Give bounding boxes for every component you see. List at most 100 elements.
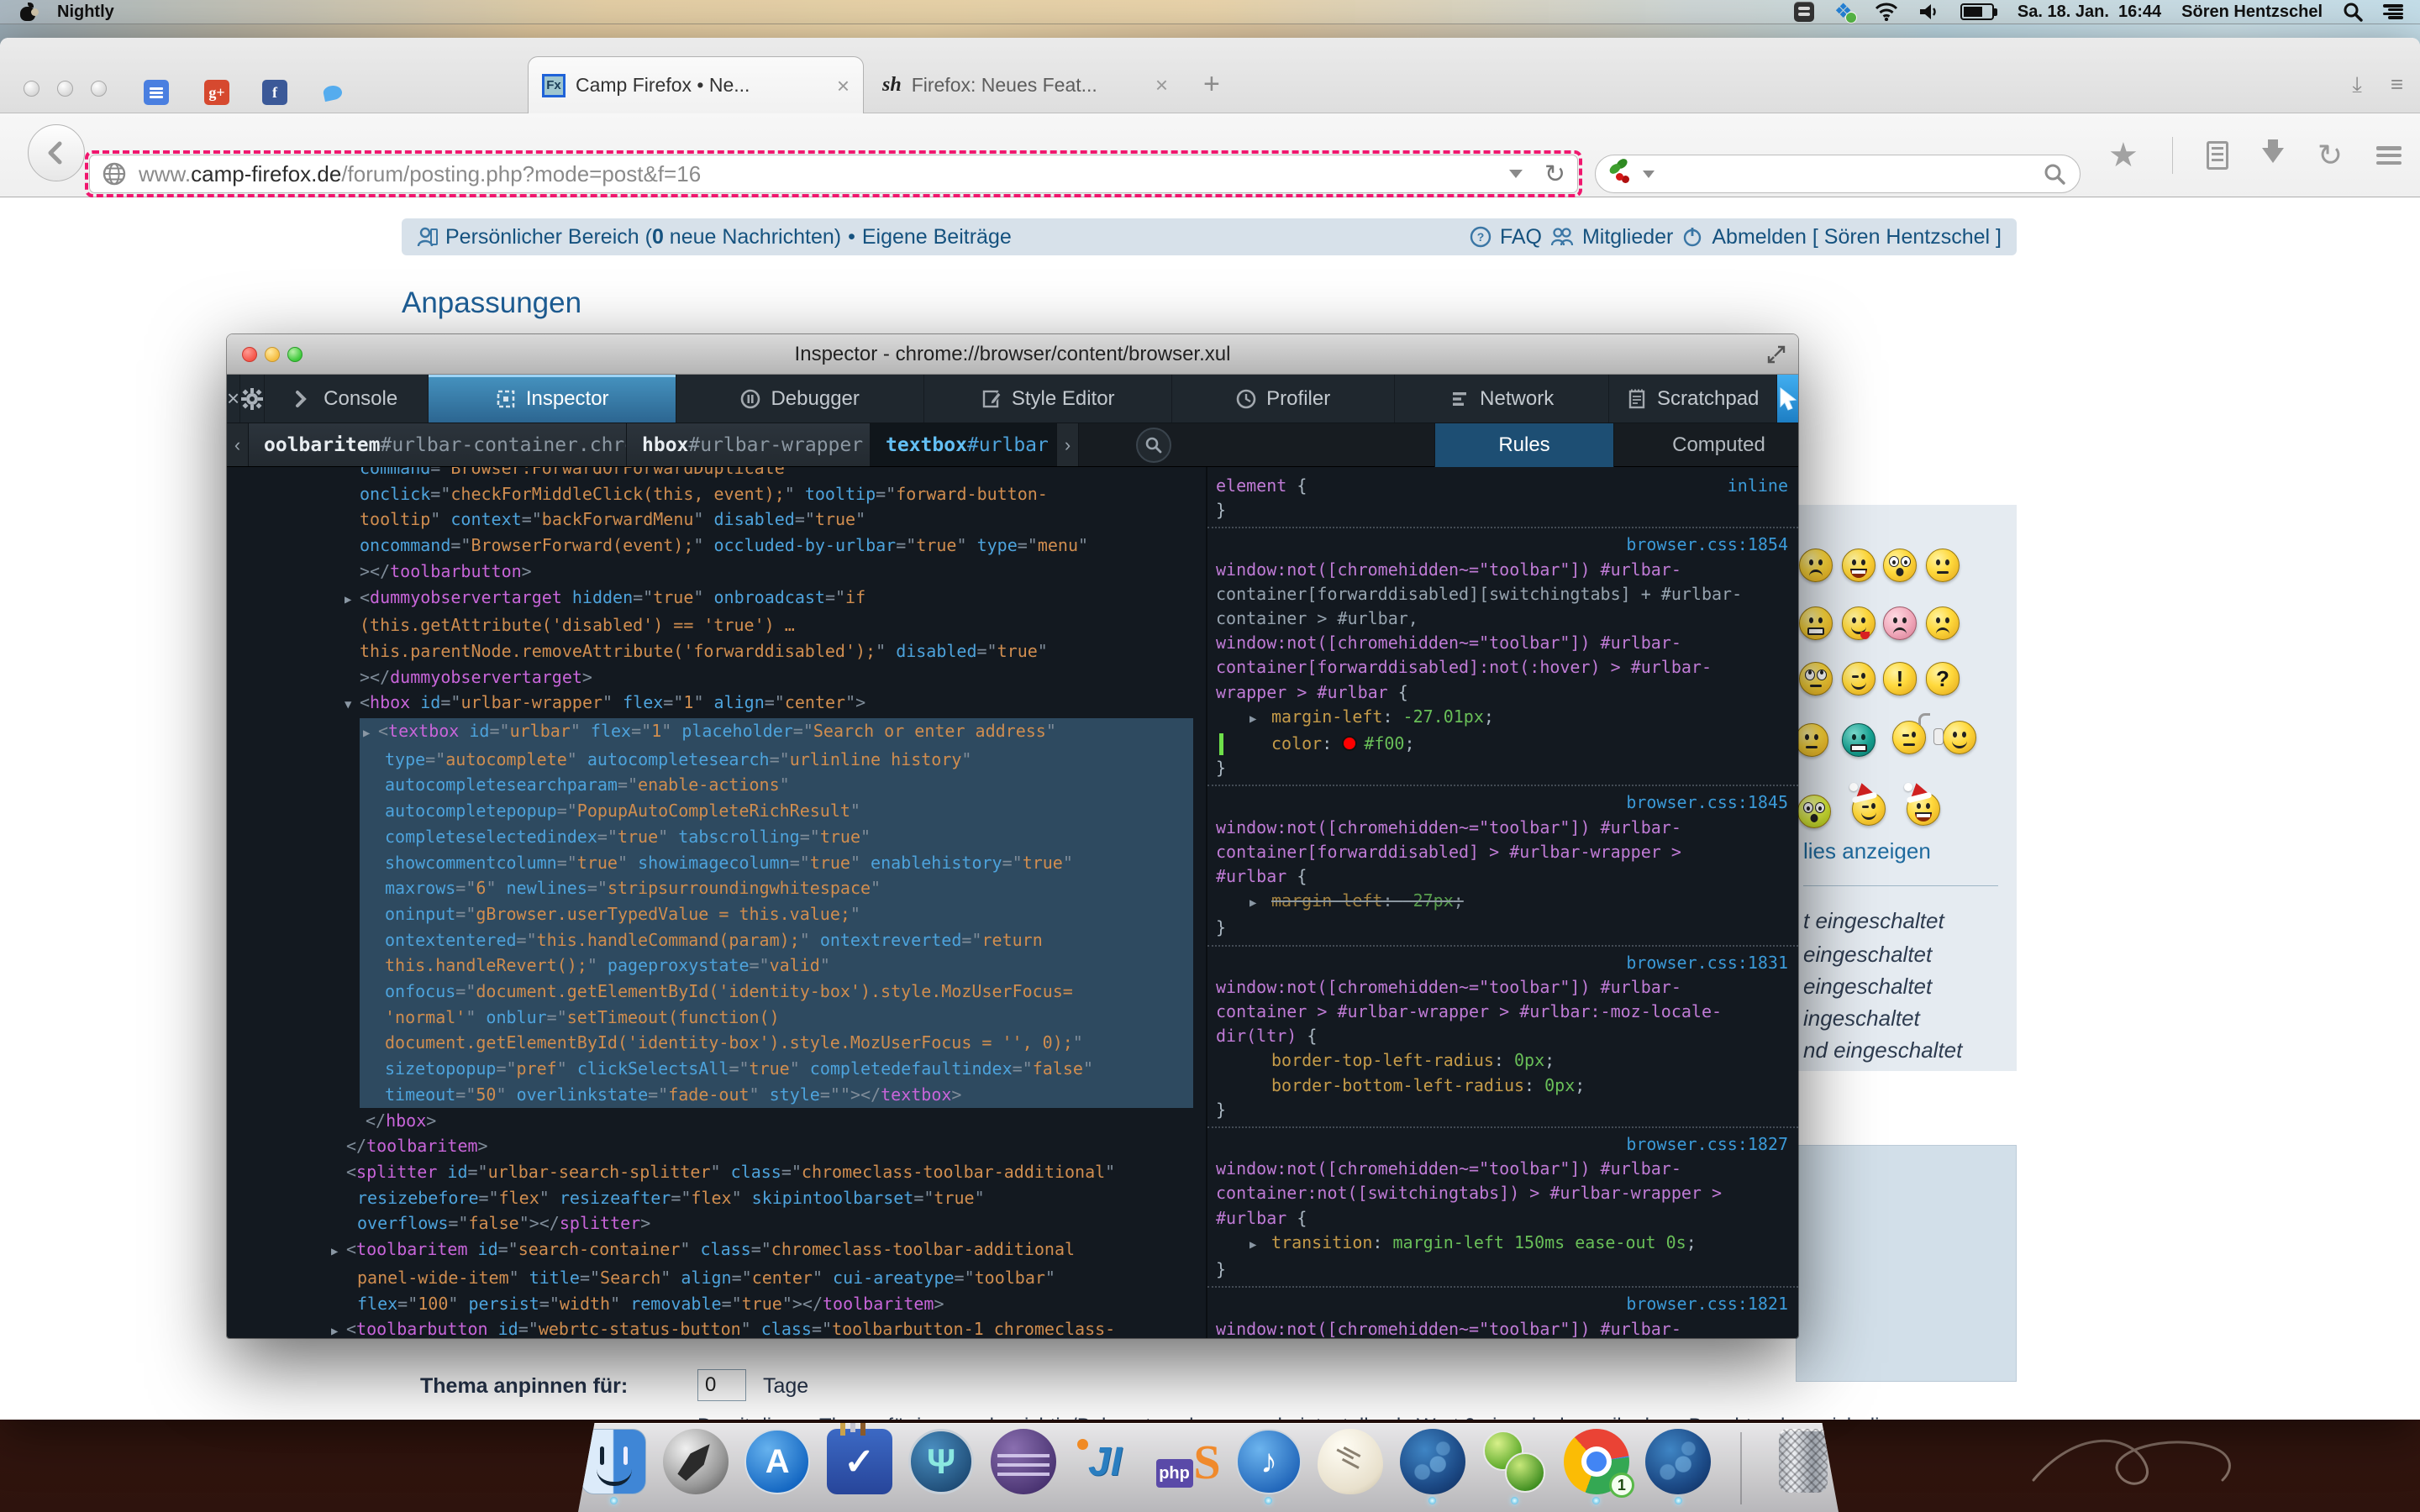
- expand-twisty-icon[interactable]: ▶: [331, 1319, 346, 1338]
- bookmarks-panel-icon[interactable]: [2207, 141, 2228, 170]
- markup-line[interactable]: this.handleRevert();" pageproxystate="va…: [360, 953, 1193, 979]
- markup-line[interactable]: onclick="checkForMiddleClick(this, event…: [227, 481, 1206, 507]
- intellij-icon[interactable]: JI: [1072, 1429, 1138, 1494]
- urlbar-dropdown-icon[interactable]: [1509, 170, 1523, 178]
- breadcrumb-oolbaritem[interactable]: oolbaritem#urlbar-container.chromecla: [249, 423, 627, 466]
- markup-line[interactable]: showcommentcolumn="true" showimagecolumn…: [360, 850, 1193, 876]
- markup-line[interactable]: ▶<textbox id="urlbar" flex="1" placehold…: [360, 718, 1193, 747]
- own-posts-link[interactable]: Eigene Beiträge: [862, 225, 1012, 249]
- trash-icon[interactable]: [1779, 1429, 1828, 1493]
- smiley-grimace[interactable]: [1799, 606, 1833, 640]
- markup-line[interactable]: timeout="50" overlinkstate="fade-out" st…: [360, 1082, 1193, 1108]
- bookmark-star-icon[interactable]: ★: [2108, 136, 2139, 175]
- dock-item-nightly[interactable]: [1397, 1429, 1468, 1504]
- back-button[interactable]: [28, 124, 85, 181]
- smiley-neutral[interactable]: [1795, 723, 1828, 757]
- personal-area-link[interactable]: Persönlicher Bereich (0 neue Nachrichten…: [445, 225, 841, 249]
- markup-line[interactable]: ▶<dummyobservertarget hidden="true" onbr…: [227, 585, 1206, 613]
- volume-icon[interactable]: [1918, 3, 1940, 21]
- devtools-zoom-button[interactable]: [287, 347, 302, 362]
- menubar-user[interactable]: Sören Hentzschel: [2181, 3, 2323, 22]
- smiley-question[interactable]: ?: [1926, 662, 1960, 696]
- window-minimize-button[interactable]: [57, 81, 73, 97]
- devtools-tab-scratchpad[interactable]: Scratchpad: [1609, 375, 1777, 423]
- selected-element-block[interactable]: ▶<textbox id="urlbar" flex="1" placehold…: [360, 718, 1193, 1108]
- expand-twisty-icon[interactable]: ▶: [331, 1239, 346, 1265]
- markup-line[interactable]: ▼<hbox id="urlbar-wrapper" flex="1" alig…: [227, 690, 1206, 718]
- nightly-icon[interactable]: [1400, 1429, 1465, 1494]
- markup-line[interactable]: panel-wide-item" title="Search" align="c…: [227, 1265, 1206, 1291]
- new-tab-button[interactable]: +: [1203, 68, 1220, 101]
- css-property[interactable]: ▶margin-left: -27px;: [1216, 889, 1798, 916]
- markup-line[interactable]: oninput="gBrowser.userTypedValue = this.…: [360, 901, 1193, 927]
- menubar-clock[interactable]: Sa. 18. Jan. 16:44: [2018, 3, 2161, 22]
- tab-firefox-neues[interactable]: sh Firefox: Neues Feat... ×: [874, 56, 1176, 113]
- markup-line[interactable]: flex="100" persist="width" removable="tr…: [227, 1291, 1206, 1317]
- devtools-tab-inspector[interactable]: Inspector: [429, 375, 676, 423]
- devtools-titlebar[interactable]: Inspector - chrome://browser/content/bro…: [227, 334, 1798, 375]
- markup-line[interactable]: </toolbaritem>: [227, 1133, 1206, 1159]
- wifi-icon[interactable]: [1875, 3, 1898, 21]
- smiley-rolleyes[interactable]: [1799, 662, 1833, 696]
- expand-twisty-icon[interactable]: ▶: [345, 587, 360, 613]
- markup-view[interactable]: command="Browser:ForwardOrForwardDuplica…: [227, 467, 1207, 1338]
- tab-list-icon[interactable]: ≡: [2391, 71, 2403, 98]
- dock-item-things[interactable]: ✓: [823, 1429, 894, 1494]
- spotlight-icon[interactable]: [2343, 2, 2363, 22]
- dropbox-icon[interactable]: [1834, 3, 1854, 21]
- finder-icon[interactable]: [581, 1429, 646, 1494]
- smiley-wink[interactable]: [1842, 662, 1876, 696]
- dock-item-phpstorm[interactable]: phpS: [1151, 1429, 1222, 1494]
- phpstorm-icon[interactable]: phpS: [1155, 1429, 1220, 1494]
- sourcetree-icon[interactable]: Ψ: [908, 1429, 974, 1494]
- markup-line[interactable]: ▶<toolbaritem id="search-container" clas…: [227, 1236, 1206, 1265]
- pinned-tab-facebook-icon[interactable]: f: [262, 80, 287, 105]
- smiley-blush[interactable]: [1883, 606, 1917, 640]
- dock-item-finder[interactable]: [578, 1429, 649, 1504]
- devtools-tab-profiler[interactable]: Profiler: [1172, 375, 1395, 423]
- markup-line[interactable]: document.getElementById('identity-box').…: [360, 1030, 1193, 1056]
- dock-item-intellij[interactable]: JI: [1070, 1429, 1140, 1494]
- devtools-close-panel-icon[interactable]: ×: [227, 375, 240, 423]
- markup-line[interactable]: onfocus="document.getElementById('identi…: [360, 979, 1193, 1005]
- dock-item-nightly-2[interactable]: [1643, 1429, 1713, 1504]
- sync-icon[interactable]: ↻: [2317, 138, 2343, 173]
- devtools-tab-network[interactable]: Network: [1395, 375, 1609, 423]
- markup-line[interactable]: 'normal'" onblur="setTimeout(function(): [360, 1005, 1193, 1031]
- stylesheet-link[interactable]: browser.css:1854: [1216, 533, 1798, 557]
- nightly-2-icon[interactable]: [1645, 1429, 1711, 1494]
- dock-item-lens-app[interactable]: [1479, 1429, 1549, 1504]
- dock-item-app-store[interactable]: A: [742, 1429, 813, 1494]
- markup-line[interactable]: type="autocomplete" autocompletesearch="…: [360, 747, 1193, 773]
- lens-app-icon[interactable]: [1481, 1429, 1547, 1494]
- tab-close-icon[interactable]: ×: [837, 75, 850, 97]
- expand-twisty-icon[interactable]: ▼: [345, 692, 360, 718]
- markup-line[interactable]: oncommand="BrowserForward(event);" occlu…: [227, 533, 1206, 559]
- stylesheet-link[interactable]: browser.css:1831: [1216, 951, 1798, 975]
- expand-twisty-icon[interactable]: ▶: [363, 721, 378, 747]
- markup-line[interactable]: autocompletesearchparam="enable-actions": [360, 772, 1193, 798]
- window-zoom-button[interactable]: [91, 81, 107, 97]
- smiley-exclaim[interactable]: !: [1883, 662, 1917, 696]
- smiley-scratch[interactable]: [1892, 721, 1926, 754]
- smiley-cry[interactable]: [1926, 606, 1960, 640]
- markup-line[interactable]: ></dummyobservertarget>: [227, 664, 1206, 690]
- eclipse-icon[interactable]: [991, 1429, 1056, 1494]
- dock-item-eclipse[interactable]: [987, 1429, 1058, 1494]
- faq-link[interactable]: FAQ: [1500, 225, 1542, 249]
- markup-search-icon[interactable]: [1136, 428, 1171, 463]
- markup-line[interactable]: <splitter id="urlbar-search-splitter" cl…: [227, 1159, 1206, 1185]
- smiley-eek[interactable]: [1883, 549, 1917, 582]
- smiley-santa_grin[interactable]: [1907, 792, 1940, 826]
- devtools-close-button[interactable]: [242, 347, 257, 362]
- window-close-button[interactable]: [24, 81, 39, 97]
- chrome-icon[interactable]: 1: [1564, 1429, 1629, 1494]
- markup-line[interactable]: </hbox>: [227, 1108, 1206, 1134]
- dock-item-launchpad[interactable]: [660, 1429, 730, 1494]
- dock-item-sourcetree[interactable]: Ψ: [906, 1429, 976, 1494]
- stylesheet-link[interactable]: browser.css:1821: [1216, 1292, 1798, 1316]
- menu-icon[interactable]: [2376, 146, 2402, 165]
- markup-line[interactable]: this.parentNode.removeAttribute('forward…: [227, 638, 1206, 664]
- markup-line[interactable]: completeselectedindex="true" tabscrollin…: [360, 824, 1193, 850]
- breadcrumb-forward-icon[interactable]: ›: [1057, 423, 1079, 466]
